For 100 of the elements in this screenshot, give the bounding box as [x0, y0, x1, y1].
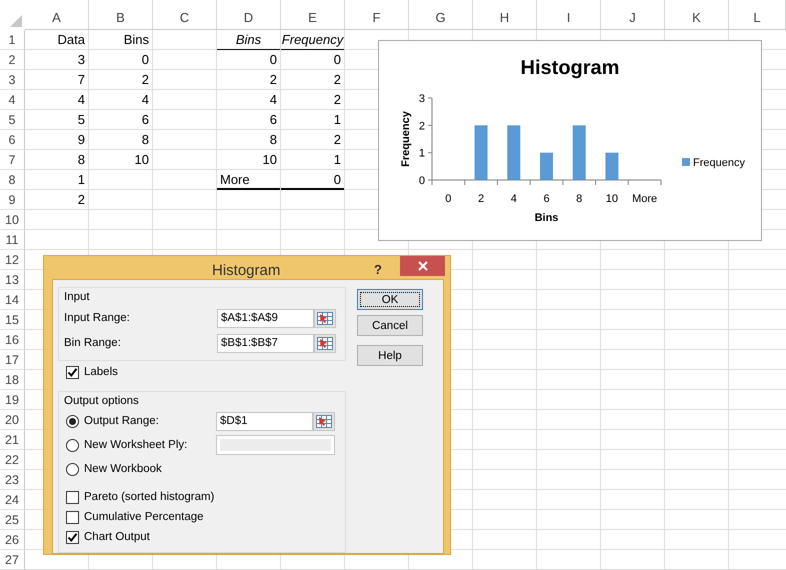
row-header[interactable]: 17 — [0, 350, 25, 370]
chart-title: Histogram — [520, 57, 620, 79]
table-cell-text: 4 — [268, 91, 278, 109]
row-header[interactable]: 9 — [0, 190, 25, 210]
row-header[interactable]: 25 — [0, 510, 25, 530]
checkbox[interactable] — [66, 510, 79, 524]
table-cell-text: 0 — [140, 51, 150, 69]
radio-label: Output Range: — [84, 415, 159, 427]
row-header[interactable]: 23 — [0, 470, 25, 490]
table-cell-text: 10 — [262, 151, 278, 169]
axis-tick-label: 0 — [418, 175, 425, 187]
row-header[interactable]: 3 — [0, 70, 25, 90]
table-cell-text: 10 — [134, 151, 150, 169]
input-field[interactable]: $A$1:$A$9 — [217, 308, 314, 328]
checkbox[interactable] — [66, 530, 79, 544]
table-cell-text: 8 — [268, 131, 278, 149]
row-header[interactable]: 27 — [0, 550, 25, 570]
column-header[interactable]: C — [153, 0, 217, 30]
column-header[interactable]: A — [25, 0, 89, 30]
range-select-button[interactable] — [313, 412, 335, 430]
row-header[interactable]: 18 — [0, 370, 25, 390]
table-cell-text: 1 — [76, 171, 86, 189]
radio-button[interactable] — [66, 462, 79, 476]
help-button[interactable]: ? — [370, 260, 386, 278]
row-header[interactable]: 21 — [0, 430, 25, 450]
table-cell-text: 1 — [332, 111, 342, 129]
close-icon — [418, 261, 428, 271]
table-cell: Frequency — [281, 30, 344, 50]
row-header[interactable]: 8 — [0, 170, 25, 190]
axis-tick-label: 10 — [606, 193, 618, 205]
table-cell-text: 2 — [332, 91, 342, 109]
row-header[interactable]: 11 — [0, 230, 25, 250]
field-label: Bin Range: — [63, 337, 122, 349]
column-header[interactable]: H — [473, 0, 537, 30]
row-header[interactable]: 6 — [0, 130, 25, 150]
row-header[interactable]: 10 — [0, 210, 25, 230]
field-label: Input Range: — [63, 312, 131, 324]
input-field[interactable]: $B$1:$B$7 — [217, 334, 314, 352]
column-header[interactable]: G — [409, 0, 473, 30]
row-header[interactable]: 5 — [0, 110, 25, 130]
column-header[interactable]: K — [665, 0, 729, 30]
table-cell-text: 6 — [140, 111, 150, 129]
column-header[interactable]: D — [217, 0, 281, 30]
row-header[interactable]: 4 — [0, 90, 25, 110]
row-header[interactable]: 12 — [0, 250, 25, 270]
row-header[interactable]: 20 — [0, 410, 25, 430]
checkbox-label: Chart Output — [84, 531, 150, 543]
x-axis-title: Bins — [534, 212, 558, 224]
range-select-button[interactable] — [314, 308, 336, 328]
row-header[interactable]: 7 — [0, 150, 25, 170]
group-label: Input — [63, 290, 91, 304]
table-cell-text: 4 — [140, 91, 150, 109]
table-cell-text: 4 — [76, 91, 86, 109]
table-cell: More — [217, 170, 280, 190]
column-header[interactable]: J — [601, 0, 665, 30]
column-header[interactable]: F — [345, 0, 409, 30]
table-cell-text: 0 — [268, 51, 278, 69]
radio-button[interactable] — [66, 438, 79, 452]
dialog-button[interactable]: Help — [357, 345, 423, 366]
dialog-title: Histogram — [212, 262, 280, 279]
table-cell-text: 3 — [76, 51, 86, 69]
axis-tick-label: 4 — [510, 193, 517, 205]
axis-tick-label: More — [632, 193, 658, 205]
checkbox[interactable] — [66, 490, 79, 504]
axis-tick-label: 3 — [418, 93, 425, 105]
table-cell: Bins — [217, 30, 280, 50]
row-header[interactable]: 19 — [0, 390, 25, 410]
row-header[interactable]: 22 — [0, 450, 25, 470]
input-field[interactable]: $D$1 — [216, 412, 313, 430]
close-button[interactable] — [400, 256, 445, 276]
radio-label: New Workbook — [84, 463, 162, 475]
checkbox-label: Pareto (sorted histogram) — [84, 491, 214, 503]
table-cell-text: 6 — [268, 111, 278, 129]
row-header[interactable]: 26 — [0, 530, 25, 550]
table-cell-text: Bins — [122, 31, 150, 49]
dialog-button[interactable]: Cancel — [357, 315, 423, 336]
range-select-button[interactable] — [314, 334, 336, 352]
row-header[interactable]: 1 — [0, 30, 25, 50]
table-cell-text: 2 — [332, 71, 342, 89]
checkbox[interactable] — [66, 366, 79, 378]
dialog-button[interactable]: OK — [357, 289, 423, 310]
group-label: Output options — [63, 394, 140, 408]
table-cell-text: 0 — [332, 51, 342, 69]
row-header[interactable]: 13 — [0, 270, 25, 290]
axis-tick-label: 1 — [418, 148, 425, 160]
column-header[interactable]: I — [537, 0, 601, 30]
column-header[interactable]: B — [89, 0, 153, 30]
radio-button[interactable] — [66, 414, 79, 428]
axis-tick-label: 2 — [418, 120, 425, 132]
column-header[interactable]: E — [281, 0, 345, 30]
row-header[interactable]: 16 — [0, 330, 25, 350]
row-header[interactable]: 14 — [0, 290, 25, 310]
column-header[interactable]: L — [729, 0, 786, 30]
row-header[interactable]: 24 — [0, 490, 25, 510]
axis-tick-label: 8 — [576, 193, 582, 205]
table-cell-text: 2 — [268, 71, 278, 89]
table-cell-text: Data — [56, 31, 86, 49]
row-header[interactable]: 15 — [0, 310, 25, 330]
row-header[interactable]: 2 — [0, 50, 25, 70]
table-cell-text: 1 — [332, 151, 342, 169]
